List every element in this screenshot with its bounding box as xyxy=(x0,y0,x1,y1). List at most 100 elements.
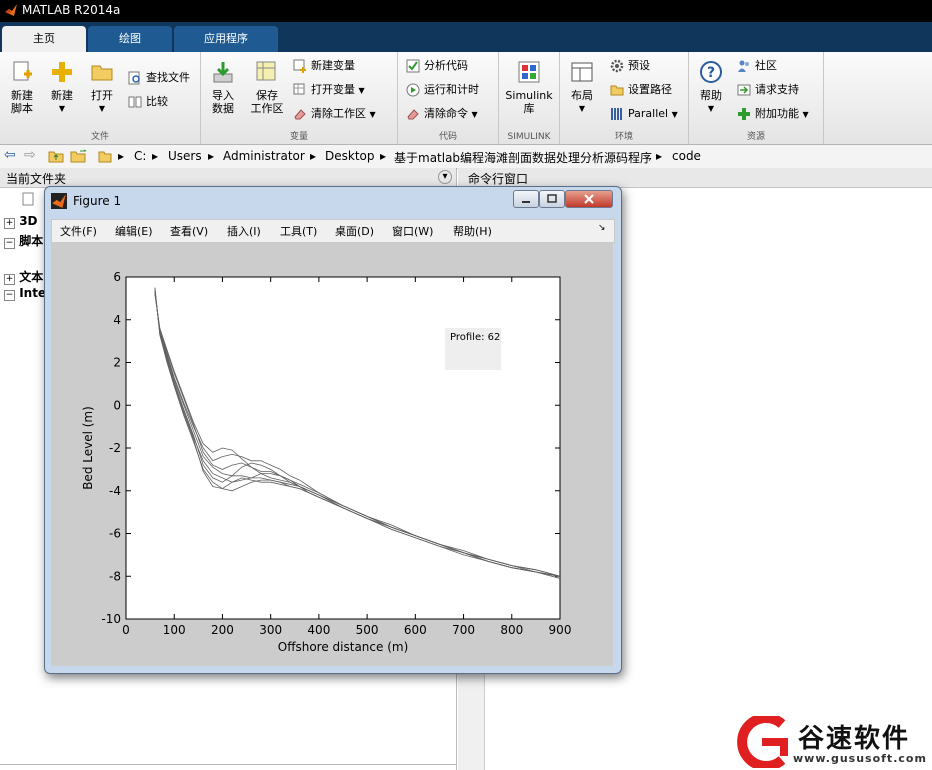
folder-icon xyxy=(98,151,112,163)
chevron-down-icon: ▼ xyxy=(471,110,478,119)
clear-workspace-label: 清除工作区 xyxy=(311,107,366,120)
folder-item-label: 3D xyxy=(19,214,38,228)
collapse-icon[interactable]: − xyxy=(4,238,15,249)
figure-window[interactable]: Figure 1 文件(F) 编辑(E) 查看(V) 插入(I) 工具(T) 桌… xyxy=(44,186,622,674)
gear-icon xyxy=(610,59,624,73)
compare-button[interactable]: 比较 xyxy=(128,92,168,112)
new-variable-button[interactable]: 新建变量 xyxy=(293,56,355,76)
forward-icon[interactable]: ⇨ xyxy=(24,147,36,163)
figure-title: Figure 1 xyxy=(73,194,122,208)
x-tick-label: 600 xyxy=(404,623,427,637)
tab-apps[interactable]: 应用程序 xyxy=(174,26,278,52)
new-button[interactable]: 新建 ▼ xyxy=(44,56,80,115)
chevron-down-icon: ▼ xyxy=(707,104,715,113)
ribbon: 新建 脚本 新建 ▼ 打开 ▼ 查找文件 比较 文件 导入 数据 保存 工作区 xyxy=(0,52,932,145)
save-workspace-button[interactable]: 保存 工作区 xyxy=(247,56,287,115)
breadcrumb-project-folder[interactable]: 基于matlab编程海滩剖面数据处理分析源码程序 xyxy=(394,149,652,166)
open-button[interactable]: 打开 ▼ xyxy=(84,56,120,115)
breadcrumb-administrator[interactable]: Administrator xyxy=(223,149,305,163)
compare-label: 比较 xyxy=(146,95,168,108)
x-tick-label: 700 xyxy=(452,623,475,637)
folder-item[interactable]: − Inte xyxy=(4,286,46,301)
run-time-icon xyxy=(406,83,420,97)
menu-insert[interactable]: 插入(I) xyxy=(227,223,261,239)
help-button[interactable]: ? 帮助 ▼ xyxy=(693,56,729,115)
simulink-library-button[interactable]: Simulink 库 xyxy=(503,56,555,115)
back-icon[interactable]: ⇦ xyxy=(4,147,16,163)
chevron-down-icon: ▼ xyxy=(802,110,809,119)
open-variable-button[interactable]: 打开变量 ▼ xyxy=(293,80,365,100)
x-tick-label: 0 xyxy=(122,623,130,637)
section-environment: 布局 ▼ 预设 设置路径 Parallel ▼ 环境 xyxy=(560,52,689,144)
panel-menu-icon[interactable]: ▾ xyxy=(438,170,452,184)
x-tick-label: 900 xyxy=(549,623,572,637)
breadcrumb-code[interactable]: code xyxy=(672,149,701,163)
analyze-code-button[interactable]: 分析代码 xyxy=(406,56,468,76)
layout-button[interactable]: 布局 ▼ xyxy=(564,56,600,115)
set-path-label: 设置路径 xyxy=(628,83,672,96)
breadcrumb-desktop[interactable]: Desktop xyxy=(325,149,375,163)
community-button[interactable]: 社区 xyxy=(737,56,777,76)
folder-item-label: 脚本 xyxy=(19,234,44,248)
maximize-button[interactable] xyxy=(539,190,565,208)
folder-item[interactable]: + 文本 xyxy=(4,268,43,285)
run-and-time-button[interactable]: 运行和计时 xyxy=(406,80,479,100)
up-folder-icon[interactable] xyxy=(48,149,64,163)
matlab-logo-icon xyxy=(5,4,17,16)
menu-window[interactable]: 窗口(W) xyxy=(392,223,433,239)
breadcrumb-users[interactable]: Users xyxy=(168,149,202,163)
section-variable-label: 变量 xyxy=(289,132,308,142)
chevron-down-icon: ▼ xyxy=(369,110,376,119)
parallel-icon xyxy=(611,108,622,120)
breadcrumb-c[interactable]: C: xyxy=(134,149,146,163)
breadcrumb-separator: ▸ xyxy=(208,149,215,163)
open-label: 打开 xyxy=(91,89,113,102)
request-support-button[interactable]: 请求支持 xyxy=(737,80,799,100)
menu-file[interactable]: 文件(F) xyxy=(60,223,97,239)
folder-item[interactable]: − 脚本 xyxy=(4,232,43,249)
y-tick-label: -2 xyxy=(109,441,121,455)
menu-view[interactable]: 查看(V) xyxy=(170,223,208,239)
folder-item[interactable]: + 3D xyxy=(4,214,38,229)
simulink-library-icon xyxy=(518,61,540,83)
minimize-icon xyxy=(522,201,530,203)
set-path-button[interactable]: 设置路径 xyxy=(610,80,672,100)
svg-text:?: ? xyxy=(707,65,715,81)
menu-edit[interactable]: 编辑(E) xyxy=(115,223,153,239)
add-ons-button[interactable]: 附加功能 ▼ xyxy=(737,104,809,124)
import-data-button[interactable]: 导入 数据 xyxy=(205,56,241,115)
file-icon xyxy=(22,192,34,206)
y-tick-label: 2 xyxy=(113,356,121,370)
new-label: 新建 xyxy=(51,89,73,102)
minimize-button[interactable] xyxy=(513,190,539,208)
dock-arrow-icon[interactable]: ↘ xyxy=(598,223,606,233)
find-files-button[interactable]: 查找文件 xyxy=(128,68,190,88)
expand-icon[interactable]: + xyxy=(4,274,15,285)
chevron-down-icon: ▼ xyxy=(98,104,106,113)
open-variable-label: 打开变量 xyxy=(311,83,355,96)
parallel-button[interactable]: Parallel ▼ xyxy=(610,104,678,124)
matlab-logo-icon xyxy=(51,193,67,209)
window-title: MATLAB R2014a xyxy=(22,3,121,17)
x-tick-label: 100 xyxy=(163,623,186,637)
clear-commands-button[interactable]: 清除命令 ▼ xyxy=(406,104,478,124)
browse-folder-icon[interactable] xyxy=(70,149,88,163)
tab-plots[interactable]: 绘图 xyxy=(88,26,172,52)
simulink-library-label: Simulink 库 xyxy=(505,89,553,115)
menu-tools[interactable]: 工具(T) xyxy=(280,223,317,239)
menu-desktop[interactable]: 桌面(D) xyxy=(335,223,374,239)
layout-icon xyxy=(571,62,593,82)
menu-help[interactable]: 帮助(H) xyxy=(453,223,492,239)
preferences-button[interactable]: 预设 xyxy=(610,56,650,76)
expand-icon[interactable]: + xyxy=(4,218,15,229)
y-tick-label: 0 xyxy=(113,398,121,412)
new-script-label: 新建 脚本 xyxy=(11,89,33,115)
collapse-icon[interactable]: − xyxy=(4,290,15,301)
folder-item-label: Inte xyxy=(19,286,47,300)
help-icon: ? xyxy=(700,61,722,83)
new-script-button[interactable]: 新建 脚本 xyxy=(4,56,40,115)
close-button[interactable] xyxy=(565,190,613,208)
section-file-label: 文件 xyxy=(90,132,109,142)
clear-workspace-button[interactable]: 清除工作区 ▼ xyxy=(293,104,376,124)
tab-home[interactable]: 主页 xyxy=(2,26,86,52)
